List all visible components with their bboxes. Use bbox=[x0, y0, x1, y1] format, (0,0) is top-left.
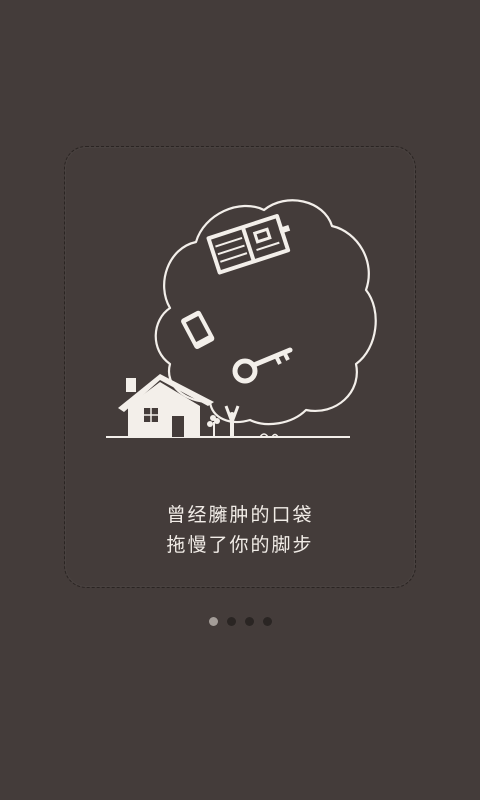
wallet-icon bbox=[206, 214, 291, 275]
page-dot-3[interactable] bbox=[244, 617, 254, 626]
house-icon bbox=[118, 374, 214, 437]
page-dot-1[interactable] bbox=[208, 617, 218, 626]
slide-caption-line2: 拖慢了你的脚步 bbox=[166, 534, 314, 556]
pocket-illustration bbox=[106, 199, 377, 438]
tree-icon bbox=[207, 415, 220, 437]
slide-caption-line1: 曾经臃肿的口袋 bbox=[166, 504, 314, 526]
page-dot-2[interactable] bbox=[226, 617, 236, 626]
page-indicator[interactable] bbox=[0, 617, 480, 626]
page-dot-4[interactable] bbox=[262, 617, 272, 626]
key-icon bbox=[232, 347, 293, 384]
phone-icon bbox=[181, 310, 215, 349]
